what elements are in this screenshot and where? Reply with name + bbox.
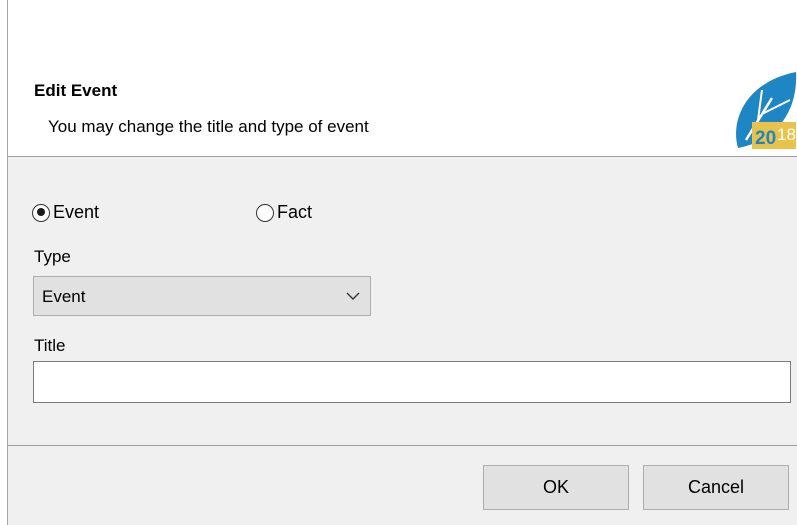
chevron-down-icon bbox=[346, 292, 360, 300]
radio-fact-indicator[interactable] bbox=[256, 203, 274, 222]
dialog-body: Event Fact Type Event Title bbox=[8, 158, 797, 444]
type-label: Type bbox=[34, 247, 71, 266]
radio-event-label: Event bbox=[53, 202, 100, 222]
footer-divider bbox=[8, 445, 797, 446]
radio-event[interactable]: Event bbox=[32, 202, 99, 223]
title-input[interactable] bbox=[33, 361, 791, 403]
dialog-header: Edit Event You may change the title and … bbox=[8, 0, 797, 157]
type-select[interactable]: Event bbox=[33, 276, 371, 316]
leaf-logo-icon: 20 18 bbox=[736, 72, 797, 149]
radio-event-indicator[interactable] bbox=[32, 203, 50, 222]
radio-fact[interactable]: Fact bbox=[256, 202, 312, 223]
dialog-subtitle: You may change the title and type of eve… bbox=[48, 117, 369, 136]
logo-year-text: 20 bbox=[755, 128, 776, 149]
title-label: Title bbox=[34, 336, 66, 355]
ok-button[interactable]: OK bbox=[483, 465, 629, 510]
type-select-value: Event bbox=[42, 287, 86, 306]
svg-text:18: 18 bbox=[777, 125, 796, 144]
dialog-title: Edit Event bbox=[34, 81, 118, 100]
cancel-button[interactable]: Cancel bbox=[643, 465, 789, 510]
radio-fact-label: Fact bbox=[277, 202, 313, 222]
window-left-edge bbox=[0, 0, 8, 525]
edit-event-dialog: Edit Event You may change the title and … bbox=[0, 0, 797, 525]
